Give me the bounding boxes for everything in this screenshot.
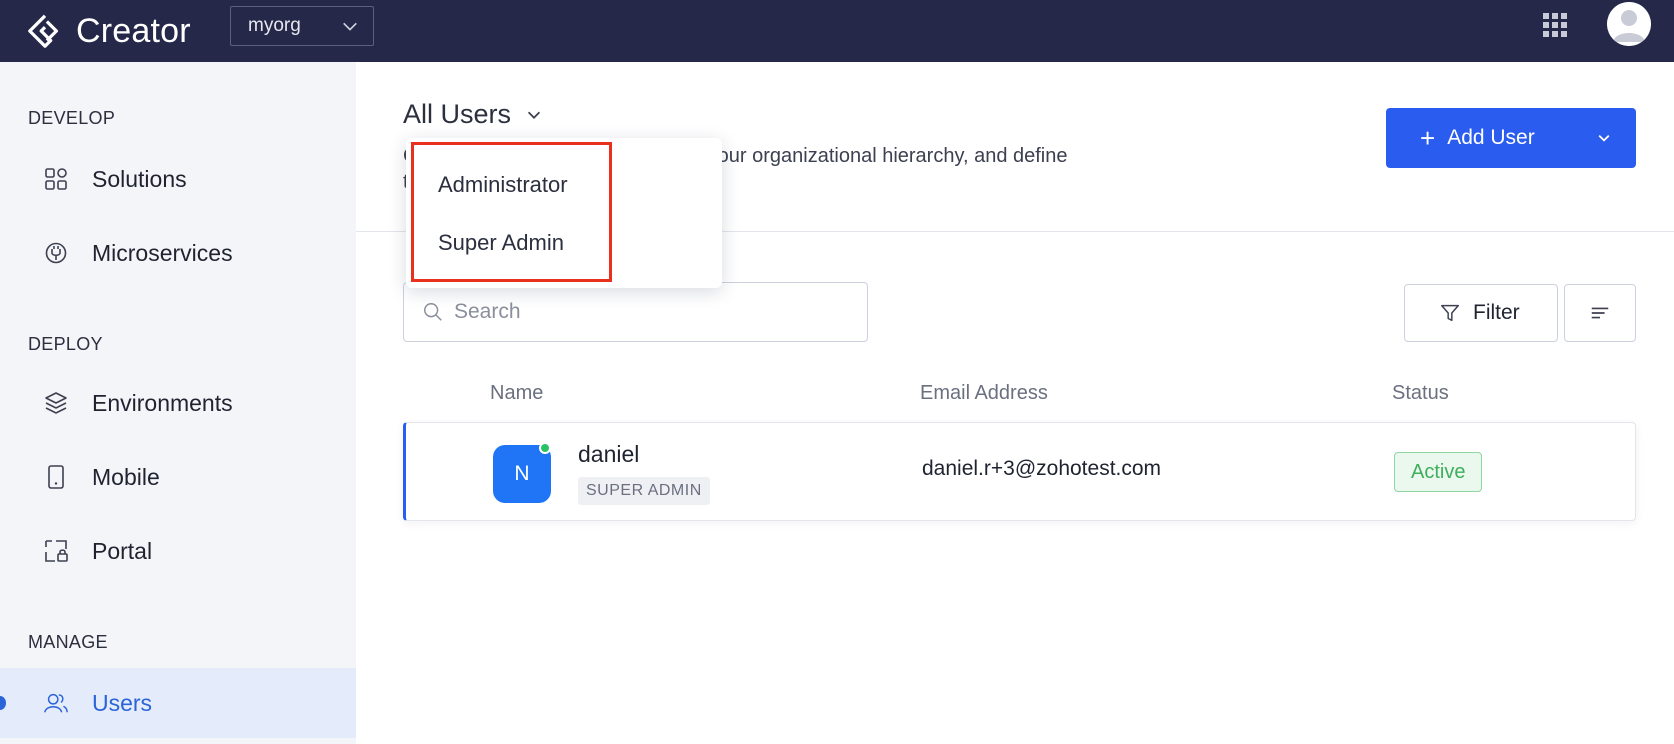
search-box[interactable] <box>403 282 868 342</box>
sidebar-item-mobile[interactable]: Mobile <box>0 442 356 512</box>
all-users-selector[interactable]: All Users <box>403 99 543 130</box>
add-user-label: Add User <box>1447 126 1535 149</box>
role-badge: SUPER ADMIN <box>578 477 710 505</box>
section-deploy: DEPLOY <box>28 334 103 354</box>
apps-grid-icon[interactable] <box>1543 13 1567 37</box>
plug-icon <box>42 239 70 267</box>
grid-shapes-icon <box>42 165 70 193</box>
profile-avatar[interactable] <box>1607 2 1651 46</box>
plus-icon: + <box>1420 123 1436 153</box>
chevron-down-icon <box>343 22 357 31</box>
online-status-dot <box>539 442 551 454</box>
sidebar-item-label: Solutions <box>92 165 187 192</box>
top-bar: Creator myorg <box>0 0 1674 62</box>
org-name: myorg <box>248 15 301 36</box>
sidebar-item-environments[interactable]: Environments <box>0 368 356 438</box>
creator-logo[interactable]: Creator <box>26 8 191 54</box>
filter-icon <box>1441 304 1459 322</box>
active-indicator <box>0 696 6 710</box>
sidebar-item-solutions[interactable]: Solutions <box>0 144 356 214</box>
chevron-down-icon[interactable] <box>1596 130 1612 146</box>
user-silhouette-icon <box>1607 2 1651 46</box>
sidebar-item-label: Environments <box>92 389 233 416</box>
sidebar: DEVELOP Solutions Microservices DEPLOY E… <box>0 62 356 744</box>
table-row[interactable]: N daniel SUPER ADMIN daniel.r+3@zohotest… <box>403 422 1636 521</box>
users-icon <box>42 689 70 717</box>
mobile-icon <box>42 463 70 491</box>
column-header-name[interactable]: Name <box>490 382 543 405</box>
filter-button[interactable]: Filter <box>1404 284 1558 342</box>
search-input[interactable] <box>454 300 854 324</box>
portal-lock-icon <box>42 537 70 565</box>
page-title: All Users <box>403 99 512 129</box>
layers-icon <box>42 389 70 417</box>
app-title: Creator <box>76 11 191 50</box>
section-develop: DEVELOP <box>28 108 116 128</box>
add-user-button[interactable]: + Add User <box>1386 108 1636 168</box>
sidebar-item-users[interactable]: Users <box>0 668 356 738</box>
section-manage: MANAGE <box>28 632 108 652</box>
search-icon <box>424 303 442 321</box>
sidebar-item-portal[interactable]: Portal <box>0 516 356 586</box>
sidebar-item-label: Users <box>92 689 153 716</box>
highlight-box <box>411 142 612 282</box>
sidebar-item-label: Mobile <box>92 463 160 490</box>
status-badge: Active <box>1394 452 1483 492</box>
creator-logo-icon <box>28 14 59 48</box>
chevron-down-icon <box>527 111 541 119</box>
sidebar-item-label: Microservices <box>92 239 233 266</box>
org-selector[interactable]: myorg <box>230 6 374 46</box>
user-email: daniel.r+3@zohotest.com <box>922 457 1162 480</box>
sort-menu-button[interactable] <box>1564 284 1636 342</box>
user-name: daniel <box>578 441 640 467</box>
sidebar-item-label: Portal <box>92 537 153 564</box>
sidebar-item-microservices[interactable]: Microservices <box>0 218 356 288</box>
filter-label: Filter <box>1473 301 1520 324</box>
lines-menu-icon <box>1591 307 1609 319</box>
column-header-status[interactable]: Status <box>1392 382 1449 405</box>
column-header-email[interactable]: Email Address <box>920 382 1048 405</box>
